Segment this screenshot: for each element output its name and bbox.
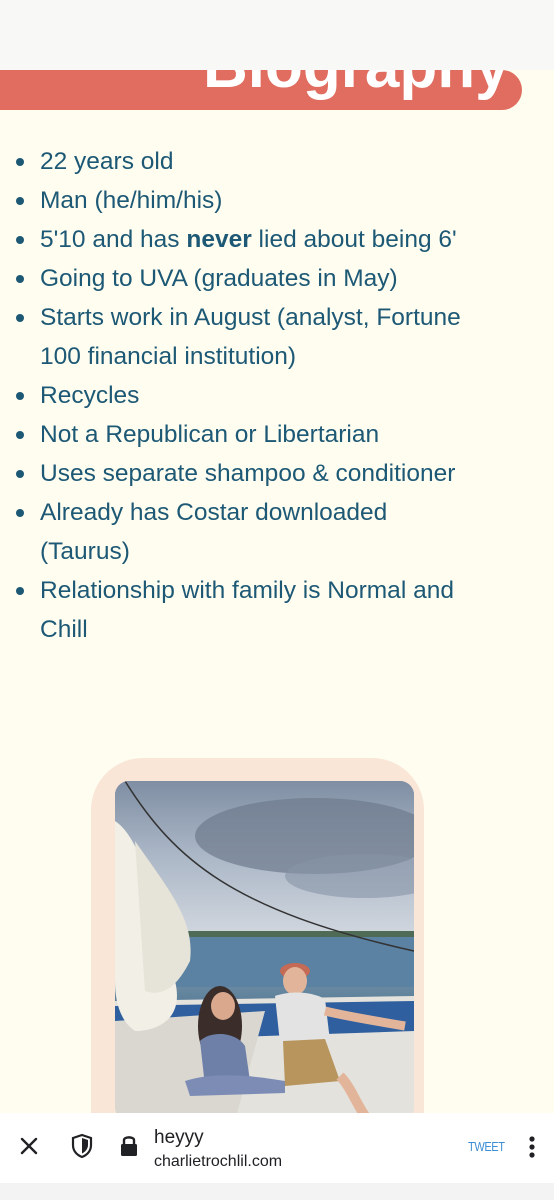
list-item: Going to UVA (graduates in May) bbox=[16, 259, 480, 298]
list-item: Starts work in August (analyst, Fortune … bbox=[16, 298, 480, 376]
list-item: Recycles bbox=[16, 376, 480, 415]
emphasis-text: never bbox=[186, 226, 252, 253]
close-icon[interactable] bbox=[17, 1134, 41, 1158]
browser-top-bar bbox=[0, 0, 554, 70]
photo-illustration bbox=[115, 781, 414, 1113]
system-nav-bar bbox=[0, 1183, 554, 1200]
page-title: heyyy bbox=[154, 1127, 204, 1148]
shield-icon[interactable] bbox=[70, 1133, 94, 1159]
section-banner: Biography bbox=[0, 70, 522, 110]
page-content: Biography 22 years old Man (he/him/his) … bbox=[0, 70, 554, 1113]
more-vert-icon[interactable] bbox=[528, 1135, 536, 1159]
bio-list: 22 years old Man (he/him/his) 5'10 and h… bbox=[16, 142, 480, 649]
list-item: Already has Costar downloaded (Taurus) bbox=[16, 493, 480, 571]
list-item: 22 years old bbox=[16, 142, 480, 181]
lock-icon[interactable] bbox=[119, 1133, 139, 1159]
list-item: Relationship with family is Normal and C… bbox=[16, 571, 480, 649]
browser-bottom-bar: heyyy charlietrochlil.com TWEET bbox=[0, 1113, 554, 1183]
list-item: Man (he/him/his) bbox=[16, 181, 480, 220]
list-item: Not a Republican or Libertarian bbox=[16, 415, 480, 454]
banner-title: Biography bbox=[203, 70, 510, 98]
list-item: Uses separate shampoo & conditioner bbox=[16, 454, 480, 493]
list-item: 5'10 and has never lied about being 6' bbox=[16, 220, 480, 259]
page-url[interactable]: charlietrochlil.com bbox=[154, 1153, 282, 1171]
photo bbox=[115, 781, 414, 1113]
tweet-button[interactable]: TWEET bbox=[468, 1139, 505, 1154]
